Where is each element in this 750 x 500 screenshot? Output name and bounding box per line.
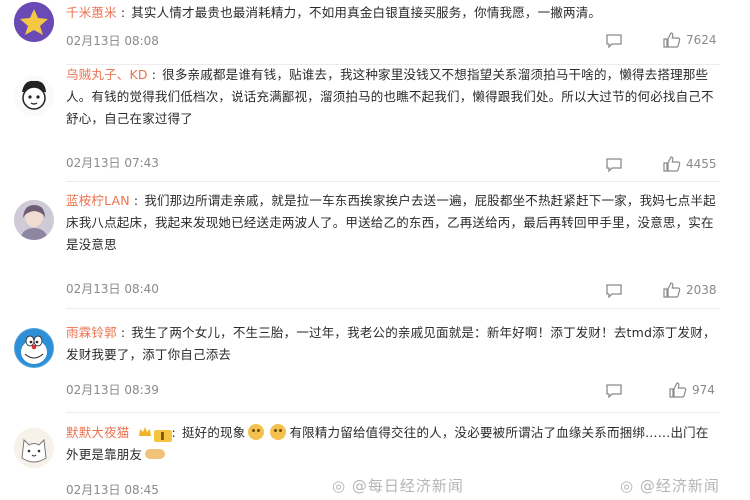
avatar[interactable] <box>14 328 54 368</box>
watermark-right: ◎ @经济新闻 <box>620 477 720 495</box>
comment-reply-icon[interactable] <box>606 284 622 298</box>
like-thumb-icon[interactable] <box>663 282 681 298</box>
cat-avatar-icon <box>14 428 54 468</box>
comment-text: 千米蕙米: 其实人情才最贵也最消耗精力，不如用真金白银直接买服务，你情我愿，一撇两… <box>66 5 602 20</box>
comment-body: 我生了两个女儿，不生三胎，一过年，我老公的亲戚见面就是：新年好啊！添丁发财！去t… <box>66 325 716 362</box>
like-count: 2038 <box>686 283 717 297</box>
portrait-avatar-icon <box>14 200 54 240</box>
crown-badge-icon <box>138 427 151 436</box>
timestamp: 02月13日 08:08 <box>66 34 159 48</box>
comment-text: 默默大夜猫 ❚: 挺好的现象 有限精力留给值得交往的人，没必要被所谓沾了血缘关系而捆绑… <box>66 424 709 462</box>
divider <box>66 412 720 413</box>
timestamp: 02月13日 07:43 <box>66 156 159 170</box>
like-thumb-icon[interactable] <box>663 156 681 172</box>
comment-reply-icon[interactable] <box>606 34 622 48</box>
comment-reply-icon[interactable] <box>606 158 622 172</box>
like-count: 974 <box>692 383 715 397</box>
comment-item: 千米蕙米: 其实人情才最贵也最消耗精力，不如用真金白银直接买服务，你情我愿，一撇两… <box>0 0 750 66</box>
username-link[interactable]: 千米蕙米 <box>66 5 117 20</box>
cartoon-avatar-icon <box>14 76 54 116</box>
comment-body: 其实人情才最贵也最消耗精力，不如用真金白银直接买服务，你情我愿，一撇两清。 <box>131 5 602 20</box>
username-link[interactable]: 蓝桉柠LAN <box>66 193 130 208</box>
comment-body: 挺好的现象 <box>181 425 246 440</box>
timestamp: 02月13日 08:39 <box>66 383 159 397</box>
vip-badge-icon: ❚ <box>153 430 172 442</box>
avatar[interactable] <box>14 200 54 240</box>
emoji-icon <box>248 424 265 440</box>
watermark-left: ◎ @每日经济新闻 <box>332 477 464 495</box>
avatar[interactable] <box>14 76 54 116</box>
username-link[interactable]: 默默大夜猫 <box>66 425 130 440</box>
like-count: 4455 <box>686 157 717 171</box>
comment-text: 雨霖铃郭: 我生了两个女儿，不生三胎，一过年，我老公的亲戚见面就是：新年好啊！添丁… <box>66 325 716 362</box>
avatar[interactable] <box>14 2 54 42</box>
handshake-emoji-icon <box>145 449 166 459</box>
weibo-logo-icon: ◎ <box>332 477 347 495</box>
comment-body: 很多亲戚都是谁有钱，贴谁去，我这种家里没钱又不想指望关系溜须拍马干啥的，懒得去搭… <box>66 67 714 126</box>
comment-item: 乌贼丸子、KD: 很多亲戚都是谁有钱，贴谁去，我这种家里没钱又不想指望关系溜须拍马… <box>0 66 750 182</box>
comment-text: 乌贼丸子、KD: 很多亲戚都是谁有钱，贴谁去，我这种家里没钱又不想指望关系溜须拍马… <box>66 67 714 126</box>
timestamp: 02月13日 08:45 <box>66 483 159 497</box>
emoji-icon <box>270 424 287 440</box>
doraemon-avatar-icon <box>15 329 53 367</box>
comment-item: 雨霖铃郭: 我生了两个女儿，不生三胎，一过年，我老公的亲戚见面就是：新年好啊！添丁… <box>0 318 750 414</box>
avatar[interactable] <box>14 428 54 468</box>
username-link[interactable]: 雨霖铃郭 <box>66 325 117 340</box>
divider <box>66 181 720 182</box>
username-link[interactable]: 乌贼丸子、KD <box>66 67 148 82</box>
like-count: 7624 <box>686 33 717 47</box>
weibo-logo-icon: ◎ <box>620 477 635 495</box>
star-avatar-icon <box>14 2 54 42</box>
divider <box>66 308 720 309</box>
comment-reply-icon[interactable] <box>606 384 622 398</box>
comment-item: 蓝桉柠LAN: 我们那边所谓走亲戚，就是拉一车东西挨家挨户去送一遍，屁股都坐不热赶… <box>0 188 750 310</box>
like-thumb-icon[interactable] <box>663 32 681 48</box>
like-thumb-icon[interactable] <box>669 382 687 398</box>
comment-body: 我们那边所谓走亲戚，就是拉一车东西挨家挨户去送一遍，屁股都坐不热赶紧赶下一家，我… <box>66 193 716 252</box>
comment-text: 蓝桉柠LAN: 我们那边所谓走亲戚，就是拉一车东西挨家挨户去送一遍，屁股都坐不热赶… <box>66 193 716 252</box>
timestamp: 02月13日 08:40 <box>66 282 159 296</box>
